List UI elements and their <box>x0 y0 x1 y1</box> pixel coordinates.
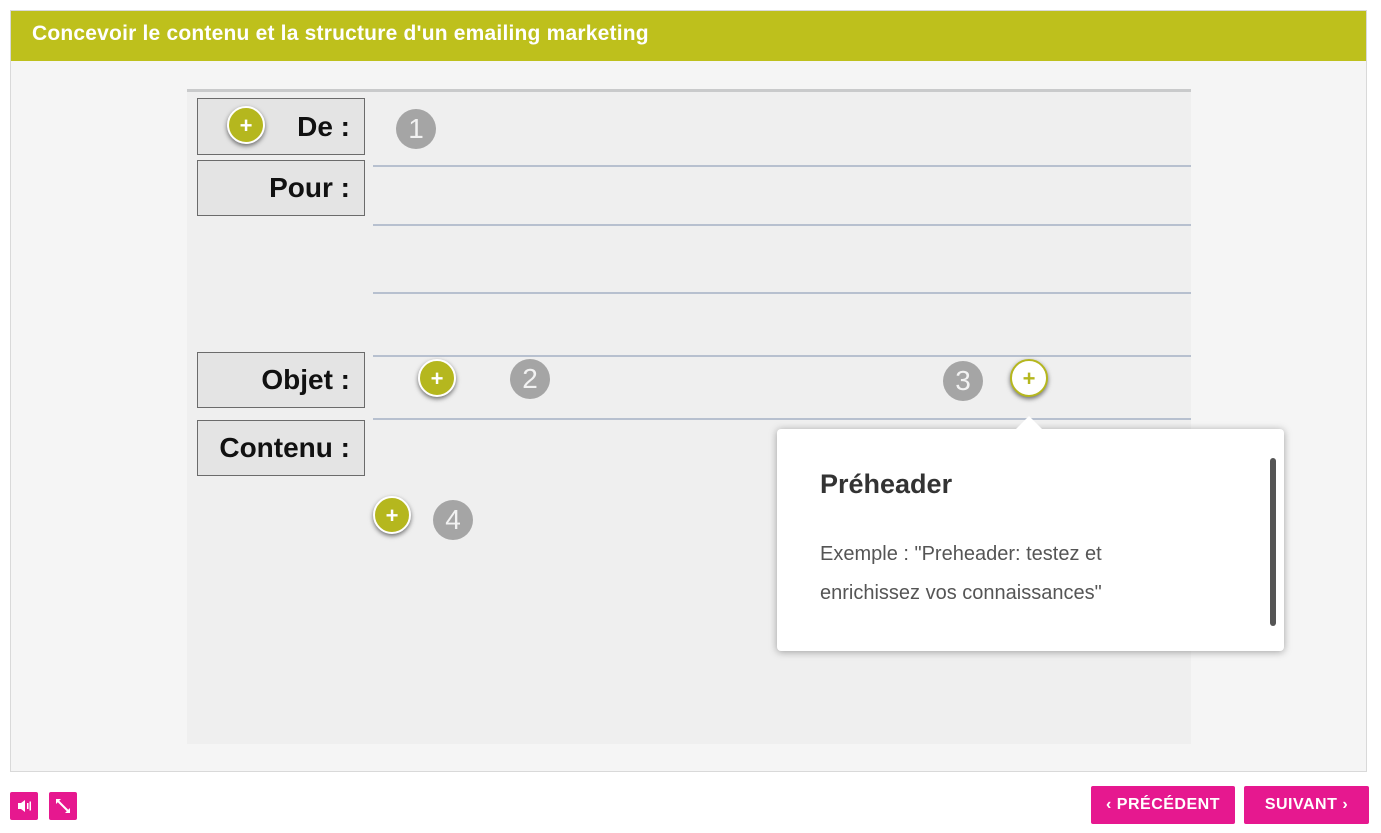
label-contenu: Contenu : <box>197 420 365 476</box>
popup-arrow <box>1016 416 1042 429</box>
label-objet: Objet : <box>197 352 365 408</box>
label-de: De : <box>197 98 365 155</box>
audio-button[interactable] <box>10 792 38 820</box>
label-pour-text: Pour : <box>269 172 350 203</box>
popup-body: Exemple : "Preheader: testez et enrichis… <box>820 543 1102 604</box>
fullscreen-button[interactable] <box>49 792 77 820</box>
page-title: Concevoir le contenu et la structure d'u… <box>32 22 649 45</box>
label-de-text: De : <box>297 111 350 142</box>
label-contenu-text: Contenu : <box>219 432 350 463</box>
badge-2: 2 <box>510 359 550 399</box>
hotspot-sender-button[interactable]: + <box>227 106 265 144</box>
expand-icon <box>56 799 70 813</box>
hotspot-preheader-button[interactable]: + <box>1010 359 1048 397</box>
field-line-objet <box>373 418 1191 420</box>
field-line-extra <box>373 292 1191 294</box>
hotspot-subject-button[interactable]: + <box>418 359 456 397</box>
mockup-top-border <box>187 89 1191 92</box>
label-pour: Pour : <box>197 160 365 216</box>
hotspot-content-button[interactable]: + <box>373 496 411 534</box>
field-line-objet-top <box>373 355 1191 357</box>
previous-label: PRÉCÉDENT <box>1116 796 1220 813</box>
badge-4: 4 <box>433 500 473 540</box>
next-button[interactable]: SUIVANT › <box>1244 786 1369 824</box>
badge-3: 3 <box>943 361 983 401</box>
title-bar: Concevoir le contenu et la structure d'u… <box>11 11 1366 61</box>
popup-scrollbar[interactable] <box>1270 458 1276 626</box>
field-line-pour <box>373 224 1191 226</box>
popup-title: Préheader <box>820 469 953 499</box>
next-label: SUIVANT <box>1264 796 1338 813</box>
previous-button[interactable]: ‹ PRÉCÉDENT <box>1091 786 1235 824</box>
badge-1: 1 <box>396 109 436 149</box>
chevron-left-icon: ‹ <box>1106 796 1112 813</box>
preheader-popup: Préheader Exemple : "Preheader: testez e… <box>777 416 1284 651</box>
activity-frame: Concevoir le contenu et la structure d'u… <box>10 10 1367 772</box>
label-objet-text: Objet : <box>261 364 350 395</box>
chevron-right-icon: › <box>1342 796 1349 813</box>
speaker-icon <box>18 800 31 812</box>
field-line-de <box>373 165 1191 167</box>
